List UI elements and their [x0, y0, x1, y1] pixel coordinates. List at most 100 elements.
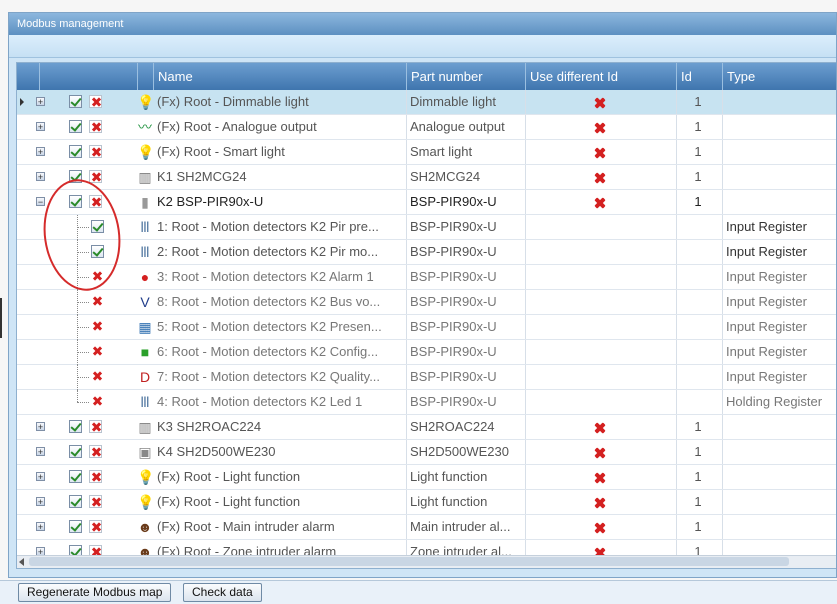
expand-icon[interactable]: +	[36, 172, 45, 182]
enable-checkbox[interactable]	[69, 520, 82, 533]
unchecked-x-icon[interactable]	[594, 147, 606, 159]
column-separator	[676, 290, 677, 314]
scroll-left-icon[interactable]	[19, 558, 24, 566]
column-header-use-different-id[interactable]: Use different Id	[525, 63, 676, 90]
register-disabled-icon[interactable]	[91, 320, 104, 333]
use-different-id-cell[interactable]	[525, 165, 675, 189]
disable-toggle-icon[interactable]	[89, 520, 102, 533]
disable-toggle-icon[interactable]	[89, 195, 102, 208]
register-row[interactable]: ▦ 5: Root - Motion detectors K2 Presen...…	[17, 315, 836, 340]
register-row[interactable]: Ⅲ 2: Root - Motion detectors K2 Pir mo...…	[17, 240, 836, 265]
column-header-part-number[interactable]: Part number	[406, 63, 525, 90]
expand-icon[interactable]: +	[36, 522, 45, 532]
column-header-type[interactable]: Type	[722, 63, 836, 90]
unchecked-x-icon[interactable]	[594, 522, 606, 534]
unchecked-x-icon[interactable]	[594, 497, 606, 509]
column-separator	[525, 90, 526, 114]
device-row[interactable]: + 〰 (Fx) Root - Analogue output Analogue ou…	[17, 115, 836, 140]
enable-checkbox[interactable]	[69, 420, 82, 433]
type-cell	[722, 90, 836, 114]
enable-checkbox[interactable]	[69, 470, 82, 483]
tree-branch	[77, 402, 89, 403]
enable-checkbox[interactable]	[69, 170, 82, 183]
use-different-id-cell[interactable]	[525, 415, 675, 439]
unchecked-x-icon[interactable]	[594, 422, 606, 434]
enable-checkbox[interactable]	[69, 120, 82, 133]
device-row[interactable]: + 💡 (Fx) Root - Smart light Smart light 1	[17, 140, 836, 165]
check-data-button[interactable]: Check data	[183, 583, 262, 602]
disable-toggle-icon[interactable]	[89, 170, 102, 183]
use-different-id-cell[interactable]	[525, 140, 675, 164]
device-row[interactable]: + ▣ K4 SH2D500WE230 SH2D500WE230 1	[17, 440, 836, 465]
use-different-id-cell[interactable]	[525, 465, 675, 489]
use-different-id-cell[interactable]	[525, 115, 675, 139]
enable-checkbox[interactable]	[69, 95, 82, 108]
column-header-name[interactable]: Name	[153, 63, 406, 90]
disable-toggle-icon[interactable]	[89, 145, 102, 158]
device-row[interactable]: + ☻ (Fx) Root - Main intruder alarm Main in…	[17, 515, 836, 540]
expand-icon[interactable]: +	[36, 422, 45, 432]
expand-icon[interactable]: +	[36, 497, 45, 507]
unchecked-x-icon[interactable]	[594, 472, 606, 484]
horizontal-scrollbar[interactable]	[17, 555, 836, 568]
register-disabled-icon[interactable]	[91, 295, 104, 308]
expand-icon[interactable]: +	[36, 447, 45, 457]
enable-checkbox[interactable]	[69, 495, 82, 508]
unchecked-x-icon[interactable]	[594, 122, 606, 134]
register-disabled-icon[interactable]	[91, 345, 104, 358]
id-cell	[676, 215, 720, 239]
expand-icon[interactable]: +	[36, 147, 45, 157]
use-different-id-cell[interactable]	[525, 90, 675, 114]
config-icon: ■	[140, 344, 150, 360]
tree-branch	[77, 327, 89, 328]
disable-toggle-icon[interactable]	[89, 120, 102, 133]
device-row[interactable]: + 💡 (Fx) Root - Light function Light functi…	[17, 465, 836, 490]
register-disabled-icon[interactable]	[91, 370, 104, 383]
register-checkbox[interactable]	[91, 245, 104, 258]
unchecked-x-icon[interactable]	[594, 172, 606, 184]
register-row[interactable]: ● 3: Root - Motion detectors K2 Alarm 1 BS…	[17, 265, 836, 290]
use-different-id-cell[interactable]	[525, 440, 675, 464]
enable-checkbox[interactable]	[69, 145, 82, 158]
unchecked-x-icon[interactable]	[594, 97, 606, 109]
device-row[interactable]: + ▥ K1 SH2MCG24 SH2MCG24 1	[17, 165, 836, 190]
use-different-id-cell[interactable]	[525, 490, 675, 514]
disable-toggle-icon[interactable]	[89, 420, 102, 433]
device-row[interactable]: − ▮ K2 BSP-PIR90x-U BSP-PIR90x-U 1	[17, 190, 836, 215]
register-disabled-icon[interactable]	[91, 270, 104, 283]
register-row[interactable]: ■ 6: Root - Motion detectors K2 Config...…	[17, 340, 836, 365]
part-number-cell: SH2ROAC224	[410, 419, 495, 434]
register-row[interactable]: V 8: Root - Motion detectors K2 Bus vo...…	[17, 290, 836, 315]
device-row[interactable]: + 💡 (Fx) Root - Light function Light functi…	[17, 490, 836, 515]
device-row[interactable]: + ▥ K3 SH2ROAC224 SH2ROAC224 1	[17, 415, 836, 440]
device-row[interactable]: + 💡 (Fx) Root - Dimmable light Dimmable lig…	[17, 90, 836, 115]
disable-toggle-icon[interactable]	[89, 470, 102, 483]
use-different-id-cell[interactable]	[525, 190, 675, 214]
disable-toggle-icon[interactable]	[89, 495, 102, 508]
register-icon: Ⅲ	[140, 219, 150, 235]
use-different-id-cell	[525, 390, 675, 414]
type-cell: Input Register	[726, 344, 807, 359]
analogue-wave-icon: 〰	[138, 119, 152, 135]
register-checkbox[interactable]	[91, 220, 104, 233]
column-header-id[interactable]: Id	[676, 63, 722, 90]
unchecked-x-icon[interactable]	[594, 447, 606, 459]
register-row[interactable]: Ⅲ 1: Root - Motion detectors K2 Pir pre..…	[17, 215, 836, 240]
expand-icon[interactable]: +	[36, 472, 45, 482]
use-different-id-cell[interactable]	[525, 515, 675, 539]
regenerate-modbus-map-button[interactable]: Regenerate Modbus map	[18, 583, 172, 602]
expand-icon[interactable]: +	[36, 122, 45, 132]
collapse-icon[interactable]: −	[36, 197, 45, 207]
column-separator	[722, 390, 723, 414]
register-row[interactable]: Ⅲ 4: Root - Motion detectors K2 Led 1 BSP-…	[17, 390, 836, 415]
disable-toggle-icon[interactable]	[89, 95, 102, 108]
scrollbar-thumb[interactable]	[29, 557, 789, 566]
enable-checkbox[interactable]	[69, 195, 82, 208]
modbus-grid[interactable]: Name Part number Use different Id Id Typ…	[16, 62, 836, 569]
register-disabled-icon[interactable]	[91, 395, 104, 408]
unchecked-x-icon[interactable]	[594, 197, 606, 209]
disable-toggle-icon[interactable]	[89, 445, 102, 458]
register-row[interactable]: D 7: Root - Motion detectors K2 Quality..…	[17, 365, 836, 390]
expand-icon[interactable]: +	[36, 97, 45, 107]
enable-checkbox[interactable]	[69, 445, 82, 458]
